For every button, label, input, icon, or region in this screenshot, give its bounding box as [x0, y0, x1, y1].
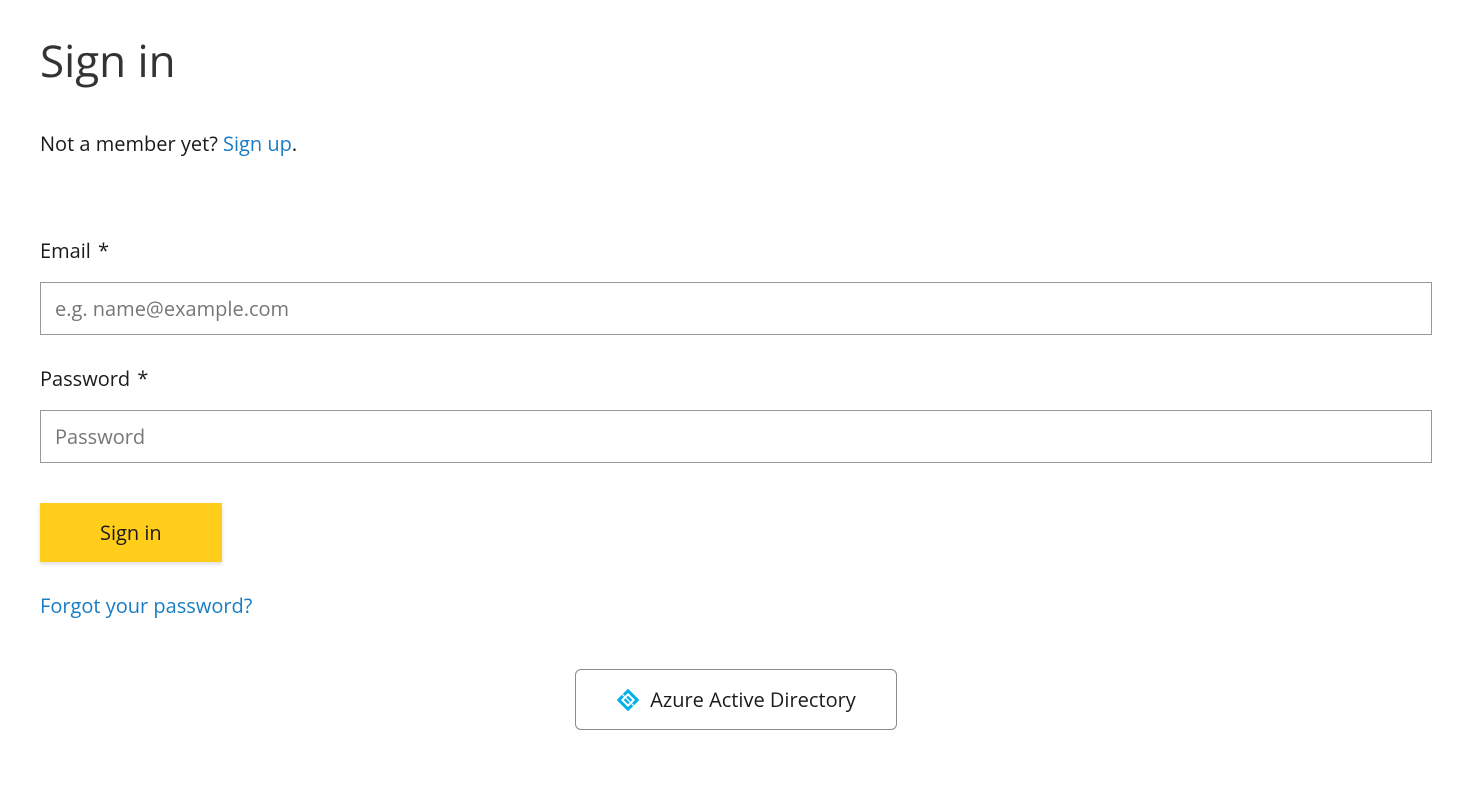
- required-asterisk: *: [137, 365, 148, 392]
- password-label: Password *: [40, 365, 1432, 392]
- page-title: Sign in: [40, 30, 1432, 90]
- required-asterisk: *: [98, 237, 109, 264]
- signup-prompt-text: Not a member yet?: [40, 130, 223, 157]
- azure-sso-button[interactable]: Azure Active Directory: [575, 669, 897, 730]
- password-field[interactable]: [40, 410, 1432, 463]
- submit-row: Sign in: [40, 503, 1432, 562]
- azure-icon: [616, 688, 640, 712]
- signup-link[interactable]: Sign up: [223, 130, 292, 157]
- sso-row: Azure Active Directory: [40, 669, 1432, 730]
- email-group: Email *: [40, 237, 1432, 335]
- forgot-password-link[interactable]: Forgot your password?: [40, 592, 252, 619]
- signin-button[interactable]: Sign in: [40, 503, 222, 562]
- signup-prompt: Not a member yet? Sign up.: [40, 130, 1432, 157]
- email-label-text: Email: [40, 237, 91, 264]
- azure-sso-label: Azure Active Directory: [650, 686, 856, 713]
- password-label-text: Password: [40, 365, 130, 392]
- email-field[interactable]: [40, 282, 1432, 335]
- email-label: Email *: [40, 237, 1432, 264]
- password-group: Password *: [40, 365, 1432, 463]
- signup-prompt-suffix: .: [292, 130, 297, 157]
